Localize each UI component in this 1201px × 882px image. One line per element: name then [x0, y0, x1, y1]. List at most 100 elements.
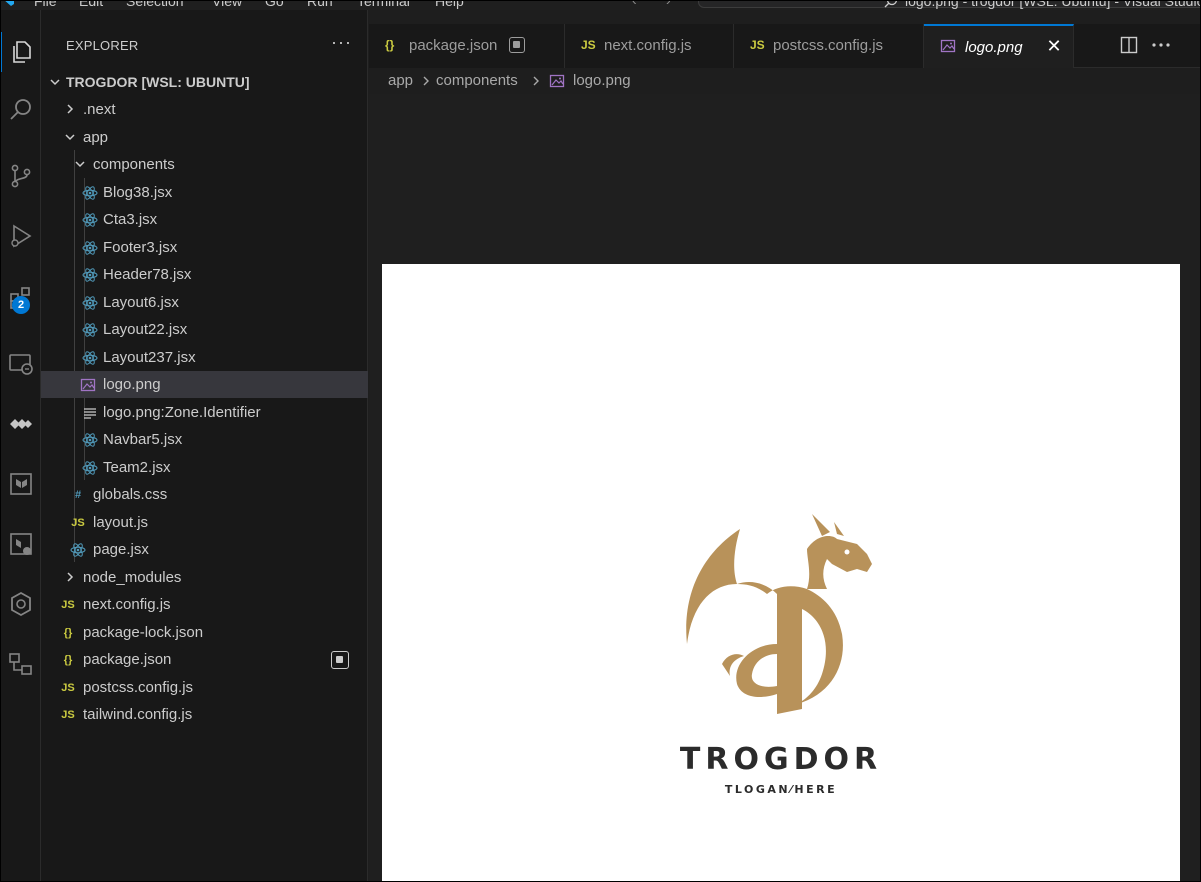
- activity-remote-connections[interactable]: [0, 644, 41, 684]
- breadcrumb-logo-png[interactable]: logo.png: [573, 72, 631, 89]
- activity-terraform-cloud[interactable]: [0, 524, 41, 564]
- js-icon: JS: [61, 599, 75, 611]
- dragon-logo-icon: [686, 514, 872, 714]
- menu-bar: File Edit Selection View Go Run Terminal…: [0, 0, 1201, 10]
- menu-run[interactable]: Run: [307, 0, 333, 9]
- menu-edit[interactable]: Edit: [79, 0, 103, 9]
- back-arrow-icon[interactable]: ‹: [632, 0, 637, 8]
- unsaved-changes-icon[interactable]: [509, 37, 525, 53]
- activity-explorer[interactable]: [0, 32, 41, 72]
- azure-icon: [9, 419, 32, 429]
- explorer-title: EXPLORER: [66, 38, 139, 53]
- tree-folder-node-modules[interactable]: node_modules: [41, 564, 368, 591]
- chevron-down-icon: [75, 161, 85, 168]
- react-icon: [82, 351, 98, 365]
- tree-file-team2[interactable]: Team2.jsx: [41, 454, 368, 481]
- tree-file-cta3[interactable]: Cta3.jsx: [41, 206, 368, 233]
- image-icon: [940, 39, 956, 53]
- tree-file-next-config[interactable]: JS next.config.js: [41, 591, 368, 618]
- terraform-icon: [9, 473, 32, 495]
- image-icon: [549, 74, 565, 88]
- menu-terminal[interactable]: Terminal: [357, 0, 410, 9]
- tree-file-tailwind-config[interactable]: JS tailwind.config.js: [41, 701, 368, 728]
- tree-file-layout-js[interactable]: JS layout.js: [41, 509, 368, 536]
- editor-tab-bar: {} package.json JS next.config.js JS pos…: [369, 24, 1201, 68]
- tree-label: Navbar5.jsx: [103, 431, 183, 448]
- more-actions-icon[interactable]: [1151, 36, 1171, 54]
- chevron-right-icon: [423, 76, 429, 86]
- react-icon: [82, 241, 98, 255]
- tree-label: Layout22.jsx: [103, 321, 188, 338]
- tree-file-logo-png[interactable]: logo.png: [41, 371, 368, 398]
- tree-file-page-jsx[interactable]: page.jsx: [41, 536, 368, 563]
- tree-folder-components[interactable]: components: [41, 151, 368, 178]
- tree-file-zone-identifier[interactable]: logo.png:Zone.Identifier: [41, 399, 368, 426]
- json-icon: {}: [63, 627, 73, 639]
- tree-label: postcss.config.js: [83, 679, 194, 696]
- tab-next-config[interactable]: JS next.config.js: [565, 24, 734, 68]
- tree-folder-next[interactable]: .next: [41, 96, 368, 123]
- tree-file-postcss-config[interactable]: JS postcss.config.js: [41, 674, 368, 701]
- tree-label: logo.png: [103, 376, 161, 393]
- workspace-root[interactable]: TROGDOR [WSL: UBUNTU]: [41, 70, 368, 94]
- close-icon[interactable]: ✕: [1044, 36, 1064, 56]
- tree-label: tailwind.config.js: [83, 706, 193, 723]
- menu-help[interactable]: Help: [435, 0, 464, 9]
- menu-file[interactable]: File: [34, 0, 57, 9]
- menu-view[interactable]: View: [212, 0, 242, 9]
- tab-postcss-config[interactable]: JS postcss.config.js: [734, 24, 924, 68]
- tree-file-globals-css[interactable]: # globals.css: [41, 481, 368, 508]
- activity-source-control[interactable]: [0, 156, 41, 196]
- tree-label: Cta3.jsx: [103, 211, 158, 228]
- activity-azure[interactable]: [0, 404, 41, 444]
- tree-file-layout237[interactable]: Layout237.jsx: [41, 344, 368, 371]
- react-icon: [70, 543, 86, 557]
- activity-run-debug[interactable]: [0, 216, 41, 256]
- tree-label: next.config.js: [83, 596, 171, 613]
- activity-remote-explorer[interactable]: [0, 344, 41, 384]
- more-actions-icon[interactable]: ···: [331, 32, 352, 53]
- tree-label: Layout237.jsx: [103, 349, 196, 366]
- tree-file-layout22[interactable]: Layout22.jsx: [41, 316, 368, 343]
- tree-folder-app[interactable]: app: [41, 124, 368, 151]
- activity-kubernetes[interactable]: [0, 584, 41, 624]
- tree-file-package-json[interactable]: {} package.json: [41, 646, 368, 673]
- tab-label: postcss.config.js: [773, 37, 884, 54]
- tree-file-package-lock[interactable]: {} package-lock.json: [41, 619, 368, 646]
- tree-label: Header78.jsx: [103, 266, 192, 283]
- source-control-icon: [11, 164, 30, 188]
- tree-label: Blog38.jsx: [103, 184, 173, 201]
- forward-arrow-icon[interactable]: ›: [666, 0, 671, 8]
- react-icon: [82, 296, 98, 310]
- breadcrumb-components[interactable]: components: [436, 72, 518, 89]
- tree-file-blog38[interactable]: Blog38.jsx: [41, 179, 368, 206]
- js-icon: JS: [581, 38, 596, 52]
- text-file-icon: [84, 408, 96, 419]
- react-icon: [82, 213, 98, 227]
- tree-label: globals.css: [93, 486, 168, 503]
- tree-file-navbar5[interactable]: Navbar5.jsx: [41, 426, 368, 453]
- js-icon: JS: [61, 682, 75, 694]
- tab-logo-png[interactable]: logo.png ✕: [924, 24, 1074, 68]
- activity-terraform[interactable]: [0, 464, 41, 504]
- react-icon: [82, 323, 98, 337]
- split-editor-icon[interactable]: [1120, 36, 1138, 54]
- unsaved-changes-icon: [331, 651, 349, 669]
- tree-label: logo.png:Zone.Identifier: [103, 404, 261, 421]
- kubernetes-icon: [10, 591, 31, 617]
- menu-selection[interactable]: Selection: [126, 0, 184, 9]
- tree-label: Team2.jsx: [103, 459, 171, 476]
- tree-file-footer3[interactable]: Footer3.jsx: [41, 234, 368, 261]
- tree-file-layout6[interactable]: Layout6.jsx: [41, 289, 368, 316]
- menu-go[interactable]: Go: [265, 0, 284, 9]
- command-center-title: logo.png - trogdor [WSL: Ubuntu] - Visua…: [905, 0, 1201, 9]
- activity-search[interactable]: [0, 90, 41, 130]
- logo-title: TROGDOR: [679, 742, 883, 777]
- tab-package-json[interactable]: {} package.json: [369, 24, 565, 68]
- tree-file-header78[interactable]: Header78.jsx: [41, 261, 368, 288]
- js-icon: JS: [61, 709, 75, 721]
- json-icon: {}: [63, 654, 73, 666]
- tree-label: app: [83, 129, 109, 146]
- breadcrumb-app[interactable]: app: [388, 72, 413, 89]
- css-icon: #: [74, 489, 82, 501]
